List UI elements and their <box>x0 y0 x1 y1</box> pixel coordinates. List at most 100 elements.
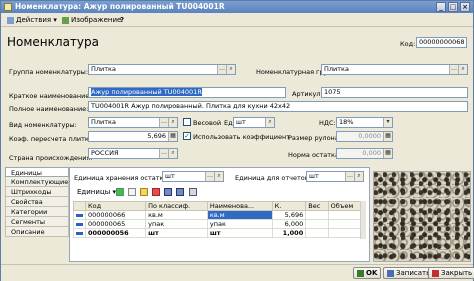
tab-barcodes[interactable]: Штрихкоды <box>5 187 69 197</box>
coef-field[interactable]: 5,696 ▦ <box>88 131 178 142</box>
group-field[interactable]: Плитка… ⌕ <box>88 64 236 75</box>
norm-field[interactable]: 0,000 ▦ <box>336 148 393 159</box>
column-code[interactable]: Код <box>84 201 147 211</box>
cell-code[interactable]: 000000056 <box>84 228 147 238</box>
delete-icon[interactable] <box>152 188 160 196</box>
cell-code[interactable]: 000000066 <box>84 210 147 220</box>
row-icon <box>73 228 86 238</box>
table-row[interactable]: 000000065 упак упак 6,000 <box>73 219 366 229</box>
cell-code[interactable]: 000000065 <box>84 219 147 229</box>
column-classif[interactable]: По классиф. <box>145 201 208 211</box>
weight-checkbox[interactable] <box>183 118 191 126</box>
image-button[interactable]: Изображение <box>59 14 124 26</box>
article-field[interactable]: 1075 <box>321 87 468 98</box>
ok-button[interactable]: OK <box>353 267 382 279</box>
unit-field[interactable]: шт ⌕ <box>233 117 275 128</box>
search-icon[interactable]: ⌕ <box>214 172 223 181</box>
cell-k[interactable]: 6,000 <box>271 219 307 229</box>
help-button[interactable]: ? <box>117 14 127 26</box>
use-coef-checkbox[interactable]: ✓ <box>183 132 191 140</box>
storage-unit-label: Единица хранения остатков: <box>74 174 174 182</box>
close-window-button[interactable]: × <box>460 2 470 12</box>
select-button[interactable]: … <box>205 172 214 181</box>
storage-unit-field[interactable]: шт… ⌕ <box>162 171 224 182</box>
copy-icon[interactable] <box>128 188 136 196</box>
select-button[interactable]: … <box>159 118 168 127</box>
table-row[interactable]: 000000066 кв.м кв.м 5,696 <box>73 210 366 220</box>
reports-unit-field[interactable]: шт… ⌕ <box>306 171 364 182</box>
tab-categories[interactable]: Категории <box>5 207 69 217</box>
tab-properties[interactable]: Свойства <box>5 197 69 207</box>
country-label: Страна происхождения: <box>9 154 93 162</box>
units-table: Код По классиф. Наименова... К. Вес Объе… <box>73 201 366 238</box>
table-header: Код По классиф. Наименова... К. Вес Объе… <box>73 201 366 211</box>
group-label: Группа номенклатуры: <box>9 68 89 76</box>
nomenclature-window: Номенклатура: Ажур полированный TU004001… <box>0 0 474 281</box>
edit-icon[interactable] <box>140 188 148 196</box>
select-button[interactable]: … <box>345 172 354 181</box>
cell-classif[interactable]: шт <box>145 228 208 238</box>
calculator-icon[interactable]: ▦ <box>168 132 177 141</box>
kind-label: Вид номенклатуры: <box>9 121 77 129</box>
select-button[interactable]: … <box>159 149 168 158</box>
cell-k[interactable]: 1,000 <box>271 228 307 238</box>
bottom-bar: OK Записать Закрыть <box>1 264 474 281</box>
search-icon[interactable]: ⌕ <box>458 65 467 74</box>
nom-group-field[interactable]: Плитка… ⌕ <box>321 64 468 75</box>
calculator-icon[interactable]: ▦ <box>383 149 392 158</box>
window-icon <box>4 3 12 11</box>
actions-menu[interactable]: Действия ▾ <box>4 14 60 26</box>
down-icon[interactable] <box>176 188 184 196</box>
norm-label: Норма остатка: <box>288 151 342 159</box>
roll-field[interactable]: 0,0000 ▦ <box>336 131 393 142</box>
image-icon <box>62 16 69 24</box>
code-label: Код: <box>400 40 416 48</box>
cell-name[interactable]: кв.м <box>206 210 273 220</box>
search-icon[interactable]: ⌕ <box>168 149 177 158</box>
search-icon[interactable]: ⌕ <box>265 118 274 127</box>
units-menu[interactable]: Единицы ▾ <box>74 186 119 198</box>
calculator-icon[interactable]: ▦ <box>383 132 392 141</box>
select-button[interactable]: … <box>217 65 226 74</box>
toolbar: Действия ▾ Изображение ? <box>1 13 473 27</box>
cell-classif[interactable]: упак <box>145 219 208 229</box>
add-icon[interactable] <box>116 188 124 196</box>
tab-description[interactable]: Описание <box>5 227 69 237</box>
search-icon[interactable]: ⌕ <box>226 65 235 74</box>
select-button[interactable]: … <box>449 65 458 74</box>
tab-segments[interactable]: Сегменты <box>5 217 69 227</box>
save-button[interactable]: Записать <box>383 267 435 279</box>
vat-field[interactable]: 18% ▾ <box>336 117 393 128</box>
save-icon <box>387 269 394 277</box>
column-name[interactable]: Наименова... <box>206 201 273 211</box>
full-name-label: Полное наименование: <box>9 105 89 113</box>
close-button[interactable]: Закрыть <box>428 267 474 279</box>
cell-weight[interactable] <box>305 210 329 220</box>
table-scrollbar[interactable] <box>360 201 366 239</box>
minimize-button[interactable]: _ <box>436 2 446 12</box>
tab-components[interactable]: Комплектующие <box>5 177 69 187</box>
cell-weight[interactable] <box>305 219 329 229</box>
kind-field[interactable]: Плитка… ⌕ <box>88 117 178 128</box>
code-field[interactable]: 00000000068 <box>416 37 467 48</box>
table-row[interactable]: 000000056 шт шт 1,000 <box>73 228 366 238</box>
refresh-icon[interactable] <box>189 188 197 196</box>
search-icon[interactable]: ⌕ <box>354 172 363 181</box>
chevron-down-icon[interactable]: ▾ <box>383 118 392 127</box>
up-icon[interactable] <box>164 188 172 196</box>
cell-classif[interactable]: кв.м <box>145 210 208 220</box>
cell-name[interactable]: упак <box>206 219 273 229</box>
short-name-field[interactable]: Ажур полированный TU004001R <box>88 87 286 98</box>
column-weight[interactable]: Вес <box>305 201 329 211</box>
close-icon <box>432 269 439 277</box>
cell-k[interactable]: 5,696 <box>271 210 307 220</box>
cell-weight[interactable] <box>305 228 329 238</box>
article-label: Артикул: <box>292 90 323 98</box>
column-k[interactable]: К. <box>271 201 307 211</box>
full-name-field[interactable]: TU004001R Ажур полированный. Плитка для … <box>88 101 468 112</box>
country-field[interactable]: РОССИЯ… ⌕ <box>88 148 178 159</box>
tab-units[interactable]: Единицы <box>5 167 69 177</box>
cell-name[interactable]: шт <box>206 228 273 238</box>
search-icon[interactable]: ⌕ <box>168 118 177 127</box>
maximize-button[interactable]: □ <box>448 2 458 12</box>
